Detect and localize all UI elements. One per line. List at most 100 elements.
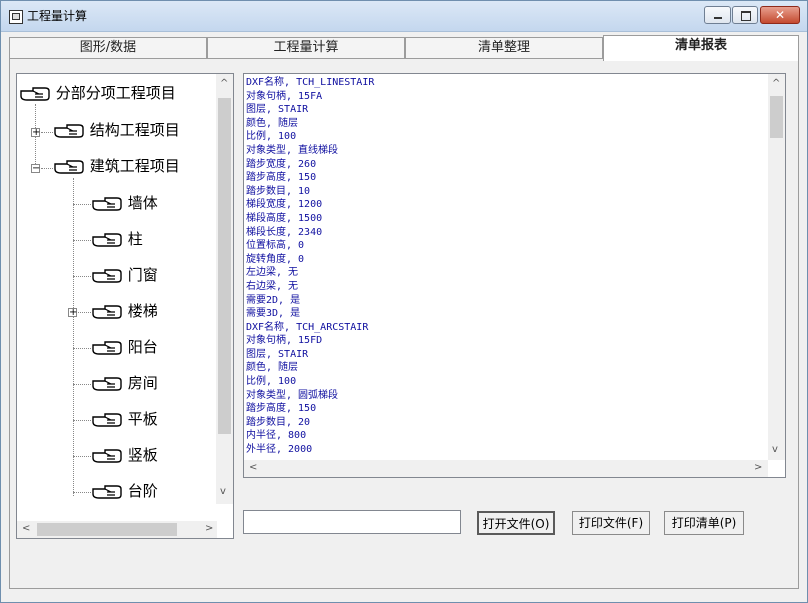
tree-item-stairs[interactable]: 楼梯	[91, 300, 158, 322]
pointing-hand-icon	[53, 122, 85, 140]
pointing-hand-icon	[53, 158, 85, 176]
report-text-line: 梯段宽度, 1200	[246, 199, 323, 211]
tree-root[interactable]: 分部分项工程项目	[19, 82, 176, 104]
tree-item-balcony[interactable]: 阳台	[91, 336, 158, 358]
open-file-button[interactable]: 打开文件(O)	[477, 511, 555, 535]
pointing-hand-icon	[91, 411, 123, 429]
pointing-hand-icon	[91, 339, 123, 357]
tree-item-door-window[interactable]: 门窗	[91, 264, 158, 286]
pointing-hand-icon	[91, 231, 123, 249]
report-text-lines: DXF名称, TCH_LINESTAIR 对象句柄, 15FA 图层, STAIR 颜…	[246, 76, 766, 457]
tree-item-label: 门窗	[127, 266, 158, 284]
filename-input[interactable]	[243, 510, 461, 534]
scroll-right-icon[interactable]: >	[205, 523, 213, 534]
tab-list-report[interactable]: 清单报表	[603, 35, 799, 61]
print-list-button[interactable]: 打印清单(P)	[664, 511, 744, 535]
report-text-line: 内半径, 800	[246, 430, 307, 442]
pointing-hand-icon	[91, 375, 123, 393]
scroll-up-icon[interactable]: ^	[220, 78, 228, 89]
collapse-minus-icon[interactable]: −	[31, 164, 40, 174]
tree-horizontal-scrollbar[interactable]: < >	[17, 521, 217, 538]
report-text-line: 颜色, 随层	[246, 362, 299, 374]
scroll-thumb[interactable]	[218, 98, 231, 434]
tree-item-column[interactable]: 柱	[91, 228, 143, 250]
report-text-line: 踏步宽度, 260	[246, 158, 317, 170]
minimize-button[interactable]	[704, 6, 731, 24]
text-vertical-scrollbar[interactable]: ^ v	[768, 74, 785, 460]
scroll-thumb[interactable]	[37, 523, 177, 536]
report-text-line: 踏步高度, 150	[246, 172, 317, 184]
report-text-line: 需要3D, 是	[246, 308, 301, 320]
tree-item-steps[interactable]: 台阶	[91, 480, 158, 502]
close-button[interactable]: ✕	[760, 6, 800, 24]
app-window: 工程量计算 ✕ 图形/数据 工程量计算 清单整理 清单报表 分部分项工程项目 +…	[0, 0, 808, 603]
tree-item-room[interactable]: 房间	[91, 372, 158, 394]
tree-group-structure[interactable]: 结构工程项目	[53, 119, 180, 141]
report-text-line: 旋转角度, 0	[246, 253, 305, 265]
pointing-hand-icon	[91, 447, 123, 465]
report-text-area[interactable]: DXF名称, TCH_LINESTAIR 对象句柄, 15FA 图层, STAIR 颜…	[243, 73, 786, 478]
report-text-line: 对象类型, 圆弧梯段	[246, 389, 339, 401]
scroll-left-icon[interactable]: <	[249, 462, 257, 473]
text-horizontal-scrollbar[interactable]: < >	[244, 460, 768, 477]
tab-bar: 图形/数据 工程量计算 清单整理 清单报表	[9, 35, 799, 61]
tree-root-label: 分部分项工程项目	[55, 84, 176, 102]
report-text-line: DXF名称, TCH_LINESTAIR	[246, 77, 375, 88]
report-text-line: 对象类型, 直线梯段	[246, 144, 339, 156]
tree-item-label: 墙体	[127, 194, 158, 212]
project-tree[interactable]: 分部分项工程项目 + 结构工程项目 − 建筑工程项目 墙体 柱 门窗 + 楼梯 …	[16, 73, 234, 539]
report-text-line: 需要2D, 是	[246, 294, 301, 306]
report-text-line: 比例, 100	[246, 376, 297, 388]
report-text-line: 图层, STAIR	[246, 104, 309, 116]
report-text-line: 位置标高, 0	[246, 240, 305, 252]
tree-group-architecture[interactable]: 建筑工程项目	[53, 155, 180, 177]
tree-item-label: 房间	[127, 374, 158, 392]
tree-item-flat-slab[interactable]: 平板	[91, 408, 158, 430]
tree-item-vertical-slab[interactable]: 竖板	[91, 444, 158, 466]
tree-item-label: 阳台	[127, 338, 158, 356]
report-text-line: 梯段长度, 2340	[246, 226, 323, 238]
tab-list-organize[interactable]: 清单整理	[405, 37, 603, 58]
scroll-up-icon[interactable]: ^	[772, 78, 780, 89]
report-text-line: 比例, 100	[246, 131, 297, 143]
pointing-hand-icon	[91, 195, 123, 213]
scroll-left-icon[interactable]: <	[22, 523, 30, 534]
scroll-down-icon[interactable]: v	[220, 486, 226, 497]
expand-plus-icon[interactable]: +	[31, 128, 40, 138]
report-text-line: 踏步数目, 10	[246, 185, 311, 197]
tree-vertical-scrollbar[interactable]: ^ v	[216, 74, 233, 504]
report-text-line: 对象句柄, 15FA	[246, 90, 323, 102]
tree-item-label: 平板	[127, 410, 158, 428]
tree-item-label: 柱	[127, 230, 143, 248]
tree-group-label: 建筑工程项目	[89, 157, 180, 175]
report-text-line: 左边梁, 无	[246, 267, 299, 279]
scroll-thumb[interactable]	[770, 96, 783, 138]
tree-item-wall[interactable]: 墙体	[91, 192, 158, 214]
expand-plus-icon[interactable]: +	[68, 308, 77, 318]
report-text-line: 踏步数目, 20	[246, 416, 311, 428]
report-text-line: 颜色, 随层	[246, 117, 299, 129]
report-text-line: 梯段高度, 1500	[246, 212, 323, 224]
window-title: 工程量计算	[27, 9, 88, 23]
report-text-line: 外半径, 2000	[246, 444, 313, 456]
scroll-right-icon[interactable]: >	[754, 462, 762, 473]
scroll-down-icon[interactable]: v	[772, 444, 778, 455]
pointing-hand-icon	[91, 303, 123, 321]
tree-item-label: 楼梯	[127, 302, 158, 320]
tree-group-label: 结构工程项目	[89, 121, 180, 139]
app-icon	[9, 10, 23, 24]
tab-graphics-data[interactable]: 图形/数据	[9, 37, 207, 58]
tree-item-label: 竖板	[127, 446, 158, 464]
tab-quantity-calc[interactable]: 工程量计算	[207, 37, 405, 58]
report-text-line: DXF名称, TCH_ARCSTAIR	[246, 321, 369, 333]
maximize-button[interactable]	[732, 6, 758, 24]
pointing-hand-icon	[91, 483, 123, 501]
title-bar: 工程量计算 ✕	[1, 1, 807, 32]
pointing-hand-icon	[19, 85, 51, 103]
pointing-hand-icon	[91, 267, 123, 285]
report-text-line: 踏步高度, 150	[246, 403, 317, 415]
print-file-button[interactable]: 打印文件(F)	[572, 511, 650, 535]
tree-item-label: 台阶	[127, 482, 158, 500]
report-text-line: 右边梁, 无	[246, 280, 299, 292]
report-text-line: 图层, STAIR	[246, 348, 309, 360]
